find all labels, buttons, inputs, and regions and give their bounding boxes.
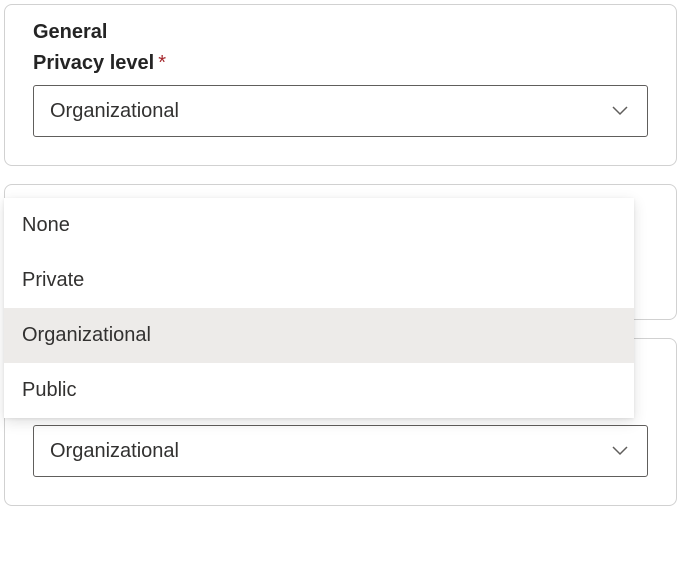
dropdown-option-private[interactable]: Private (4, 253, 634, 308)
privacy-level-label: Privacy level* (33, 52, 648, 75)
card-title: General (33, 21, 648, 44)
privacy-level-select-2-value: Organizational (50, 440, 179, 463)
field-label-text: Privacy level (33, 52, 154, 74)
privacy-level-select-value: Organizational (50, 100, 179, 123)
dropdown-option-public[interactable]: Public (4, 363, 634, 418)
general-card: General Privacy level* Organizational (4, 4, 677, 166)
required-asterisk: * (158, 52, 166, 74)
privacy-level-select[interactable]: Organizational (33, 85, 648, 137)
dropdown-option-none[interactable]: None (4, 198, 634, 253)
chevron-down-icon (609, 440, 631, 462)
lower-region: Organizational None Private Organization… (4, 184, 677, 506)
chevron-down-icon (609, 100, 631, 122)
privacy-level-dropdown-panel: None Private Organizational Public (4, 198, 634, 418)
privacy-level-select-2[interactable]: Organizational (33, 425, 648, 477)
dropdown-option-organizational[interactable]: Organizational (4, 308, 634, 363)
